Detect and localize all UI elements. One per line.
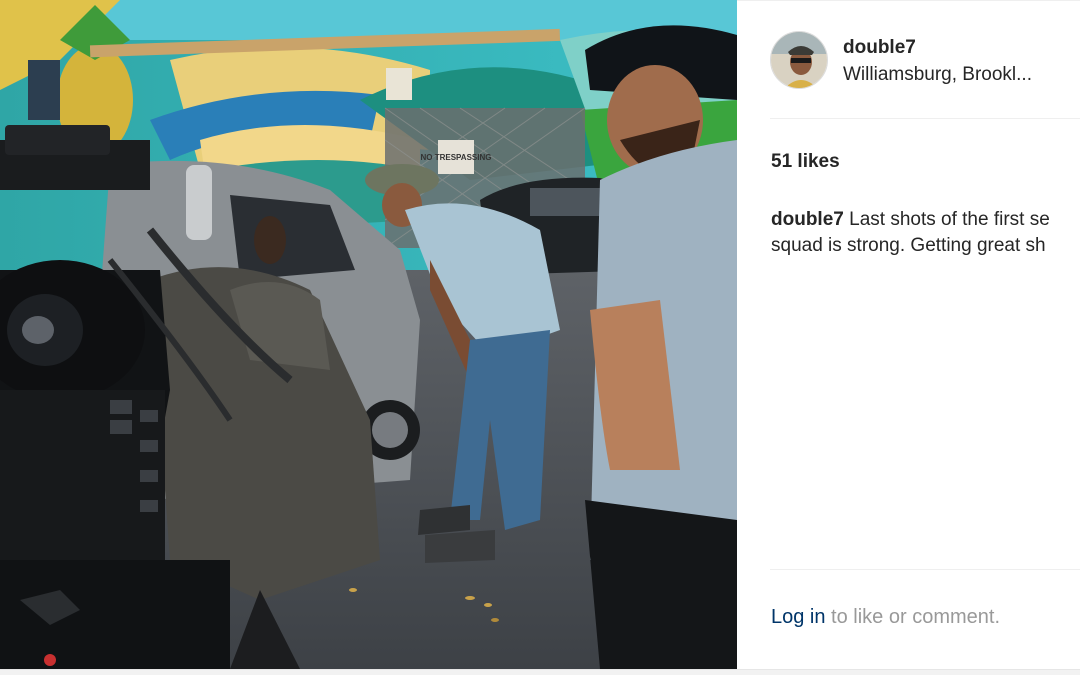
no-trespassing-sign: NO TRESPASSING xyxy=(421,153,492,162)
likes-count[interactable]: 51 likes xyxy=(771,151,840,173)
footer-divider xyxy=(770,569,1080,570)
caption-text-2: squad is strong. Getting great sh xyxy=(771,235,1046,256)
post-username[interactable]: double7 xyxy=(843,37,916,59)
post-caption: double7 Last shots of the first se squad… xyxy=(771,207,1080,259)
post-header: double7 Williamsburg, Brookl... xyxy=(770,31,1080,93)
login-link[interactable]: Log in xyxy=(771,606,826,628)
caption-line-1: double7 Last shots of the first se xyxy=(771,207,1080,233)
header-divider xyxy=(770,118,1080,119)
login-suffix: to like or comment. xyxy=(825,606,1001,628)
post-info-panel: double7 Williamsburg, Brookl... 51 likes… xyxy=(737,0,1080,670)
post-photo[interactable]: NO TRESPASSING xyxy=(0,0,737,669)
caption-username[interactable]: double7 xyxy=(771,209,844,230)
post-photo-illustration: NO TRESPASSING xyxy=(0,0,737,669)
post-location[interactable]: Williamsburg, Brookl... xyxy=(843,64,1032,86)
bottom-border xyxy=(0,669,1080,675)
login-prompt: Log in to like or comment. xyxy=(771,606,1000,629)
user-avatar[interactable] xyxy=(770,31,828,89)
instagram-post: NO TRESPASSING double7 Williamsburg, Bro… xyxy=(0,0,1080,675)
avatar-image xyxy=(771,32,827,88)
caption-text-1: Last shots of the first se xyxy=(849,209,1050,230)
